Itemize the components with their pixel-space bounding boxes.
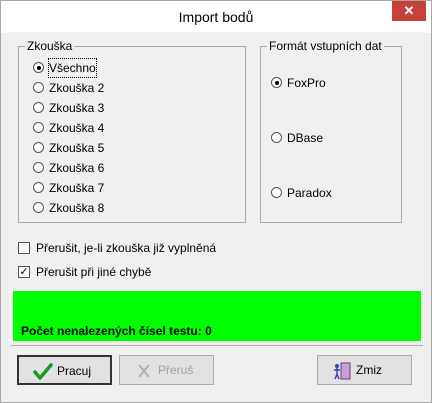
close-button[interactable]: Zmiz xyxy=(317,355,412,385)
radio-test-4[interactable]: Zkouška 4 xyxy=(33,119,133,137)
radio-button[interactable] xyxy=(33,142,44,153)
radio-button[interactable] xyxy=(33,62,44,73)
radio-label: Zkouška 8 xyxy=(49,201,105,215)
dialog-body: Zkouška Všechno Zkouška 2 Zkouška 3 Zkou… xyxy=(8,32,425,396)
radio-label: Zkouška 7 xyxy=(49,181,105,195)
radio-label: Zkouška 3 xyxy=(49,101,105,115)
radio-button[interactable] xyxy=(33,202,44,213)
radio-test-5[interactable]: Zkouška 5 xyxy=(33,139,133,157)
radio-button[interactable] xyxy=(271,187,282,198)
radio-test-7[interactable]: Zkouška 7 xyxy=(33,179,133,197)
radio-button[interactable] xyxy=(271,77,282,88)
checkbox-abort-if-filled[interactable]: Přerušit, je-li zkouška již vyplněná xyxy=(18,239,318,257)
status-text: Počet nenalezených čísel testu: 0 xyxy=(21,324,212,338)
import-dialog: Import bodů ✕ Zkouška Všechno Zkouška 2 … xyxy=(0,0,432,403)
radio-button[interactable] xyxy=(33,182,44,193)
radio-test-2[interactable]: Zkouška 2 xyxy=(33,79,133,97)
radio-test-3[interactable]: Zkouška 3 xyxy=(33,99,133,117)
radio-label: Všechno xyxy=(48,58,97,78)
stop-button-label: Přeruš xyxy=(158,363,194,377)
title-bar: Import bodů ✕ xyxy=(1,1,431,33)
radio-label: DBase xyxy=(287,131,324,145)
radio-label: Paradox xyxy=(287,186,332,200)
test-group-label: Zkouška xyxy=(25,39,75,53)
run-button-label: Pracuj xyxy=(57,364,92,378)
close-button-label: Zmiz xyxy=(356,363,382,377)
button-bar: Pracuj Přeruš Zmiz xyxy=(11,345,423,396)
checkbox-label: Přerušit, je-li zkouška již vyplněná xyxy=(36,241,217,255)
x-icon xyxy=(138,364,150,378)
checkbox[interactable] xyxy=(18,242,30,254)
radio-button[interactable] xyxy=(33,82,44,93)
close-icon[interactable]: ✕ xyxy=(392,1,426,21)
door-exit-icon xyxy=(334,362,351,380)
radio-button[interactable] xyxy=(33,122,44,133)
radio-test-8[interactable]: Zkouška 8 xyxy=(33,199,133,217)
radio-label: Zkouška 2 xyxy=(49,81,105,95)
radio-test-all[interactable]: Všechno xyxy=(33,58,133,78)
format-group-label: Formát vstupních dat xyxy=(267,39,384,53)
radio-label: FoxPro xyxy=(287,76,326,90)
radio-format-paradox[interactable]: Paradox xyxy=(271,184,381,202)
radio-label: Zkouška 6 xyxy=(49,161,105,175)
test-group: Zkouška Všechno Zkouška 2 Zkouška 3 Zkou… xyxy=(18,39,246,223)
checkbox-abort-on-error[interactable]: ✓ Přerušit při jiné chybě xyxy=(18,263,318,281)
radio-label: Zkouška 4 xyxy=(49,121,105,135)
radio-format-foxpro[interactable]: FoxPro xyxy=(271,74,381,92)
format-group: Formát vstupních dat FoxPro DBase Parado… xyxy=(260,39,402,223)
radio-format-dbase[interactable]: DBase xyxy=(271,129,381,147)
radio-label: Zkouška 5 xyxy=(49,141,105,155)
checkbox[interactable]: ✓ xyxy=(18,266,30,278)
check-icon xyxy=(33,363,53,380)
radio-button[interactable] xyxy=(271,132,282,143)
radio-test-6[interactable]: Zkouška 6 xyxy=(33,159,133,177)
status-panel: Počet nenalezených čísel testu: 0 xyxy=(13,291,421,341)
radio-button[interactable] xyxy=(33,102,44,113)
window-title: Import bodů xyxy=(178,9,254,25)
checkbox-label: Přerušit při jiné chybě xyxy=(36,265,152,279)
radio-button[interactable] xyxy=(33,162,44,173)
run-button[interactable]: Pracuj xyxy=(17,355,112,385)
stop-button[interactable]: Přeruš xyxy=(119,355,214,385)
